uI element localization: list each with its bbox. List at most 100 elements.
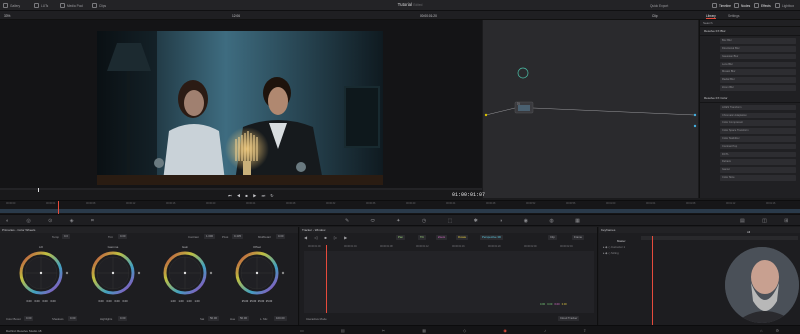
timeline-tab[interactable]: Timeline	[712, 2, 731, 9]
fx-item[interactable]: Box Blur	[720, 38, 796, 44]
kf-row-master[interactable]: Master	[617, 239, 639, 243]
timeline-track[interactable]	[0, 209, 800, 213]
effects-tab[interactable]: Effects	[754, 2, 771, 9]
fx-item[interactable]: Mosaic Blur	[720, 69, 796, 75]
library-section-blur[interactable]: Resolve FX Blur	[700, 27, 800, 36]
fx-item[interactable]: Contrast Pop	[720, 143, 796, 150]
check-rotate[interactable]: Rotate	[456, 235, 469, 240]
left-palette-icons[interactable]: ◐ ◎ ⊙ ◈ ⌗	[6, 218, 102, 224]
scrub-playhead[interactable]	[38, 188, 39, 192]
wheel-value[interactable]: 0.00	[25, 300, 33, 303]
pivot-value[interactable]: 0.435	[232, 234, 243, 239]
check-tilt[interactable]: Tilt	[418, 235, 426, 240]
fx-item[interactable]: Color Space Transform	[720, 128, 796, 134]
wheel-value[interactable]: 0.00	[41, 300, 49, 303]
wheel-gamma[interactable]: Gamma 0.00 0.00 0.00 0.00	[82, 245, 144, 307]
mid-detail-value[interactable]: 0.00	[276, 234, 286, 239]
fx-item[interactable]: Lens Blur	[720, 61, 796, 68]
color-boost-value[interactable]: 0.00	[24, 316, 34, 321]
fx-item[interactable]: DCTL	[720, 151, 796, 158]
tracker-playhead[interactable]	[326, 245, 327, 313]
settings-icons[interactable]: ⌂ ⚙	[760, 328, 785, 333]
color-wheel-icon[interactable]	[10, 249, 72, 297]
tracker-panel: Tracker - Window ◀ ◁ ■ ▷ ▶ Pan Tilt Zoom…	[300, 227, 598, 325]
fx-item[interactable]: Color Stabilizer	[720, 136, 796, 142]
gallery-tab[interactable]: Gallery	[3, 2, 20, 9]
lum-mix-value[interactable]: 100.00	[274, 316, 287, 321]
wheel-lift[interactable]: Lift 0.00 0.00 0.00 0.00	[10, 245, 72, 307]
fx-item[interactable]: Directional Blur	[720, 46, 796, 52]
wheel-value[interactable]: 1.00	[169, 300, 177, 303]
kf-row-sizing[interactable]: ▸ ◆ ◇ Sizing	[603, 251, 639, 255]
fx-item[interactable]: Color Compressor	[720, 120, 796, 126]
fx-item[interactable]: Dehaze	[720, 159, 796, 165]
wheel-gain[interactable]: Gain 1.00 1.00 1.00 1.00	[154, 245, 216, 307]
timeline-tick-label: 00:00:52	[526, 202, 536, 205]
wheel-value[interactable]: 0.00	[113, 300, 121, 303]
wheel-offset[interactable]: Offset 25.00 25.00 25.00 25.00	[226, 245, 288, 307]
zoom-level[interactable]: 33%	[4, 14, 10, 18]
wheel-value[interactable]: 0.00	[121, 300, 129, 303]
fx-item[interactable]: Gaussian Blur	[720, 53, 796, 60]
keyframes-filter[interactable]: All	[747, 230, 750, 234]
right-palette-icons[interactable]: ▤ ◫ ⊞	[740, 218, 796, 224]
mini-timeline[interactable]: 00:00:00 00:00:04 00:00:08 00:00:12 00:00:16…	[0, 200, 800, 215]
library-search[interactable]: Search	[703, 21, 713, 25]
wheel-value[interactable]: 0.00	[49, 300, 57, 303]
hue-value[interactable]: 50.00	[238, 316, 249, 321]
media-pool-tab[interactable]: Media Pool	[60, 2, 83, 9]
check-pan[interactable]: Pan	[396, 235, 405, 240]
page-tabs[interactable]: ▭ ▤ ✂ ▦ ◇ ◉ ♪ ⇪	[300, 328, 604, 333]
center-palette-icons[interactable]: ✎ ⬭ ✦ ◷ ⬚ ✱ ◑ ◉ ◍ ▦	[345, 218, 590, 224]
wheel-value[interactable]: 0.00	[97, 300, 105, 303]
nodes-tab[interactable]: Nodes	[734, 2, 750, 9]
library-section-color[interactable]: Resolve FX Color	[700, 94, 800, 103]
fx-item[interactable]: Chromatic Adaptation	[720, 112, 796, 119]
keyframe-ruler[interactable]	[641, 236, 798, 240]
frame-button[interactable]: Frame	[572, 235, 585, 240]
keyframe-playhead[interactable]	[652, 236, 653, 325]
color-wheel-icon[interactable]	[226, 249, 288, 297]
scrub-bar[interactable]	[0, 188, 482, 190]
clips-tab[interactable]: Clips	[92, 2, 106, 9]
clip-button[interactable]: Clip	[548, 235, 557, 240]
contrast-value[interactable]: 1.000	[204, 234, 215, 239]
wheel-value[interactable]: 25.00	[257, 300, 265, 303]
wheel-value[interactable]: 0.00	[105, 300, 113, 303]
fx-item[interactable]: Radial Blur	[720, 77, 796, 83]
node-editor[interactable]: 01	[483, 20, 698, 198]
quick-export-button[interactable]: Quick Export	[650, 2, 668, 9]
kf-row-corrector[interactable]: ▸ ◆ ◇ Corrector 1	[603, 245, 639, 249]
wheel-value[interactable]: 1.00	[193, 300, 201, 303]
color-wheel-icon[interactable]	[82, 249, 144, 297]
wheel-value[interactable]: 25.00	[265, 300, 273, 303]
lightbox-tab[interactable]: Lightbox	[775, 2, 794, 9]
check-perspective[interactable]: Perspective 3D	[480, 235, 503, 240]
sat-value[interactable]: 50.00	[208, 316, 219, 321]
check-zoom[interactable]: Zoom	[436, 235, 448, 240]
wheel-value[interactable]: 1.00	[177, 300, 185, 303]
luts-tab[interactable]: LUTs	[34, 2, 48, 9]
shadows-value[interactable]: 0.00	[68, 316, 78, 321]
app-name: DaVinci Resolve Studio 18	[6, 328, 42, 333]
wheel-value[interactable]: 0.00	[33, 300, 41, 303]
wheel-value[interactable]: 25.00	[249, 300, 257, 303]
settings-tab[interactable]: Settings	[728, 14, 740, 18]
tracker-controls[interactable]: ◀ ◁ ■ ▷ ▶	[304, 235, 350, 240]
color-wheel-icon[interactable]	[154, 249, 216, 297]
fx-item[interactable]: Gamut	[720, 167, 796, 173]
clip-select[interactable]: Clip	[652, 14, 658, 18]
fx-item[interactable]: Color Slice	[720, 175, 796, 181]
tint-value[interactable]: 0.00	[118, 234, 128, 239]
playback-controls[interactable]: ⏮ ◀ ■ ▶ ⏭ ↻	[228, 193, 276, 198]
temp-value[interactable]: 0.0	[62, 234, 70, 239]
highlights-value[interactable]: 0.00	[118, 316, 128, 321]
fx-item[interactable]: ACES Transform	[720, 104, 796, 111]
timeline-playhead[interactable]	[58, 201, 59, 215]
wheel-value[interactable]: 1.00	[185, 300, 193, 303]
cloud-tracker-select[interactable]: Cloud Tracker	[558, 316, 580, 321]
interactive-mode[interactable]: Interactive Mode	[306, 317, 327, 321]
fx-item[interactable]: Zoom Blur	[720, 85, 796, 91]
wheel-value[interactable]: 25.00	[241, 300, 249, 303]
library-tab[interactable]: Library	[706, 14, 716, 19]
